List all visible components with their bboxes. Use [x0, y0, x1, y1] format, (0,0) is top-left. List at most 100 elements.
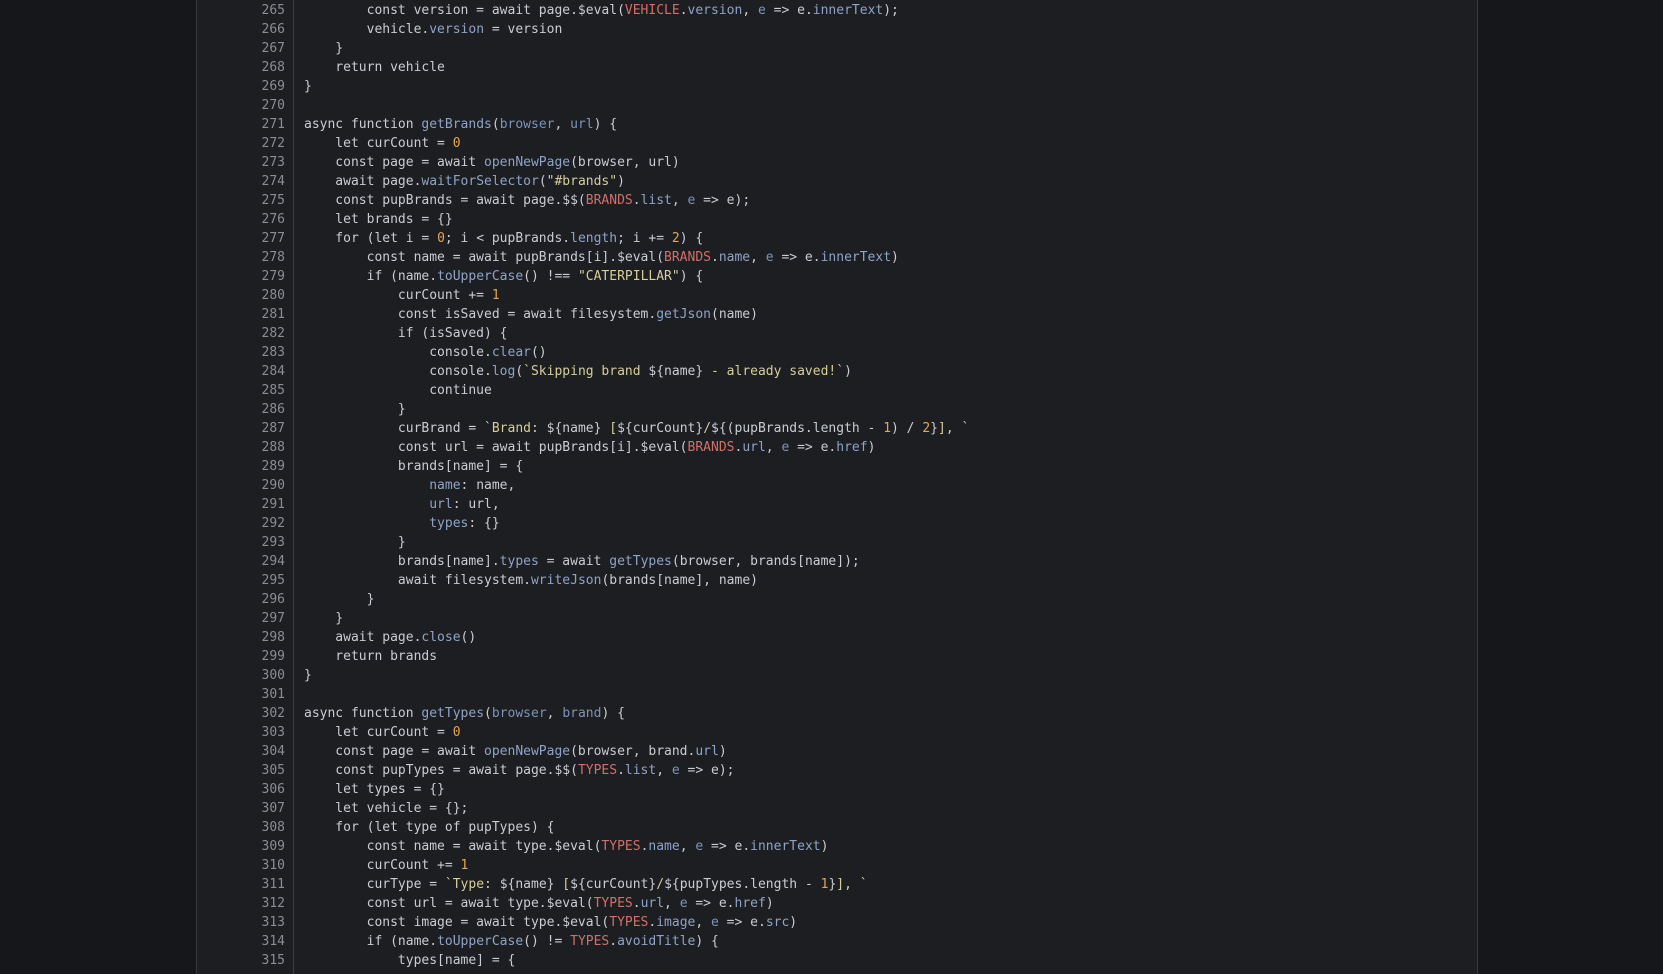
code-line[interactable]: 311 curType = `Type: ${name} [${curCount…	[197, 875, 1477, 894]
code-line[interactable]: 288 const url = await pupBrands[i].$eval…	[197, 438, 1477, 457]
code-text: async function getTypes(browser, brand) …	[304, 704, 625, 723]
code-line[interactable]: 276 let brands = {}	[197, 210, 1477, 229]
code-token: ,	[546, 706, 563, 721]
code-text: await filesystem.writeJson(brands[name],…	[304, 571, 758, 590]
code-line[interactable]: 295 await filesystem.writeJson(brands[na…	[197, 571, 1477, 590]
code-text: }	[304, 609, 343, 628]
line-number: 291	[261, 497, 285, 512]
code-line[interactable]: 281 const isSaved = await filesystem.get…	[197, 305, 1477, 324]
code-line[interactable]: 285 continue	[197, 381, 1477, 400]
code-line[interactable]: 306 let types = {}	[197, 780, 1477, 799]
code-line[interactable]: 284 console.log(`Skipping brand ${name} …	[197, 362, 1477, 381]
code-token: ${name}	[546, 421, 602, 436]
code-token: 2	[671, 231, 680, 246]
code-line[interactable]: 282 if (isSaved) {	[197, 324, 1477, 343]
code-token: VEHICLE	[624, 3, 680, 18]
code-line[interactable]: 265 const version = await page.$eval(VEH…	[197, 1, 1477, 20]
code-token: getTypes	[609, 554, 672, 569]
line-number: 278	[261, 250, 285, 265]
code-token: e	[757, 3, 766, 18]
code-line[interactable]: 312 const url = await type.$eval(TYPES.u…	[197, 894, 1477, 913]
code-line[interactable]: 267 }	[197, 39, 1477, 58]
code-line[interactable]: 308 for (let type of pupTypes) {	[197, 818, 1477, 837]
code-token: async function	[304, 706, 422, 721]
code-token: ; i < pupBrands.	[444, 231, 571, 246]
code-line[interactable]: 309 const name = await type.$eval(TYPES.…	[197, 837, 1477, 856]
code-token: src	[765, 915, 790, 930]
code-text: const page = await openNewPage(browser, …	[304, 153, 680, 172]
code-token: (browser, brand.	[570, 744, 696, 759]
code-token: if (name.	[304, 934, 438, 949]
code-line[interactable]: 287 curBrand = `Brand: ${name} [${curCou…	[197, 419, 1477, 438]
code-line[interactable]: 314 if (name.toUpperCase() != TYPES.avoi…	[197, 932, 1477, 951]
code-token: => e.	[703, 839, 751, 854]
code-line[interactable]: 291 url: url,	[197, 495, 1477, 514]
code-line[interactable]: 297 }	[197, 609, 1477, 628]
code-token: .	[711, 250, 719, 265]
code-line[interactable]: 310 curCount += 1	[197, 856, 1477, 875]
code-text: continue	[304, 381, 492, 400]
code-token: (browser, brands[name]);	[671, 554, 860, 569]
code-token: const isSaved = await filesystem.	[304, 307, 657, 322]
code-line[interactable]: 302 async function getTypes(browser, bran…	[197, 704, 1477, 723]
code-token: = version	[484, 22, 563, 37]
code-text: curCount += 1	[304, 856, 469, 875]
code-line[interactable]: 271 async function getBrands(browser, url…	[197, 115, 1477, 134]
code-line[interactable]: 298 await page.close()	[197, 628, 1477, 647]
code-line[interactable]: 294 brands[name].types = await getTypes(…	[197, 552, 1477, 571]
code-token: ,	[679, 839, 696, 854]
code-token: length	[570, 231, 618, 246]
code-token: (browser, url)	[570, 155, 680, 170]
code-token: => e.	[687, 896, 735, 911]
code-line[interactable]: 286 }	[197, 400, 1477, 419]
code-line[interactable]: 292 types: {}	[197, 514, 1477, 533]
code-token: ${name}	[648, 364, 704, 379]
code-token: }	[304, 611, 344, 626]
code-token: ,	[695, 915, 712, 930]
code-token: (	[491, 117, 500, 132]
code-line[interactable]: 304 const page = await openNewPage(brows…	[197, 742, 1477, 761]
code-line[interactable]: 269}	[197, 77, 1477, 96]
code-editor[interactable]: 265 const version = await page.$eval(VEH…	[196, 0, 1478, 974]
code-line[interactable]: 283 console.clear()	[197, 343, 1477, 362]
code-token: url	[570, 117, 594, 132]
code-token: url	[429, 497, 453, 512]
code-line[interactable]: 273 const page = await openNewPage(brows…	[197, 153, 1477, 172]
code-token: BRANDS	[664, 250, 711, 265]
code-line[interactable]: 278 const name = await pupBrands[i].$eva…	[197, 248, 1477, 267]
code-token: (brands[name], name)	[601, 573, 758, 588]
code-line[interactable]: 275 const pupBrands = await page.$$(BRAN…	[197, 191, 1477, 210]
code-text: return vehicle	[304, 58, 445, 77]
code-token: ${curCount}	[617, 421, 704, 436]
code-line[interactable]: 277 for (let i = 0; i < pupBrands.length…	[197, 229, 1477, 248]
code-line[interactable]: 296 }	[197, 590, 1477, 609]
code-line[interactable]: 279 if (name.toUpperCase() !== "CATERPIL…	[197, 267, 1477, 286]
line-number: 274	[261, 174, 285, 189]
code-line[interactable]: 293 }	[197, 533, 1477, 552]
code-line[interactable]: 303 let curCount = 0	[197, 723, 1477, 742]
code-line[interactable]: 272 let curCount = 0	[197, 134, 1477, 153]
code-token: BRANDS	[687, 440, 735, 455]
code-text: const version = await page.$eval(VEHICLE…	[304, 1, 899, 20]
code-line[interactable]: 289 brands[name] = {	[197, 457, 1477, 476]
code-line[interactable]: 270	[197, 96, 1477, 115]
code-line[interactable]: 307 let vehicle = {};	[197, 799, 1477, 818]
code-line[interactable]: 301	[197, 685, 1477, 704]
code-line[interactable]: 300}	[197, 666, 1477, 685]
code-token: name	[718, 250, 751, 265]
code-line[interactable]: 280 curCount += 1	[197, 286, 1477, 305]
line-number: 295	[261, 573, 285, 588]
code-line[interactable]: 266 vehicle.version = version	[197, 20, 1477, 39]
code-line[interactable]: 305 const pupTypes = await page.$$(TYPES…	[197, 761, 1477, 780]
code-line[interactable]: 313 const image = await type.$eval(TYPES…	[197, 913, 1477, 932]
code-line[interactable]: 299 return brands	[197, 647, 1477, 666]
code-token: url	[640, 896, 665, 911]
code-token: TYPES	[577, 763, 618, 778]
code-token: brands[name] = {	[304, 459, 524, 474]
code-line[interactable]: 315 types[name] = {	[197, 951, 1477, 970]
code-token: ; i +=	[617, 231, 672, 246]
code-line[interactable]: 268 return vehicle	[197, 58, 1477, 77]
code-token: ) {	[593, 117, 618, 132]
code-line[interactable]: 290 name: name,	[197, 476, 1477, 495]
code-line[interactable]: 274 await page.waitForSelector("#brands"…	[197, 172, 1477, 191]
